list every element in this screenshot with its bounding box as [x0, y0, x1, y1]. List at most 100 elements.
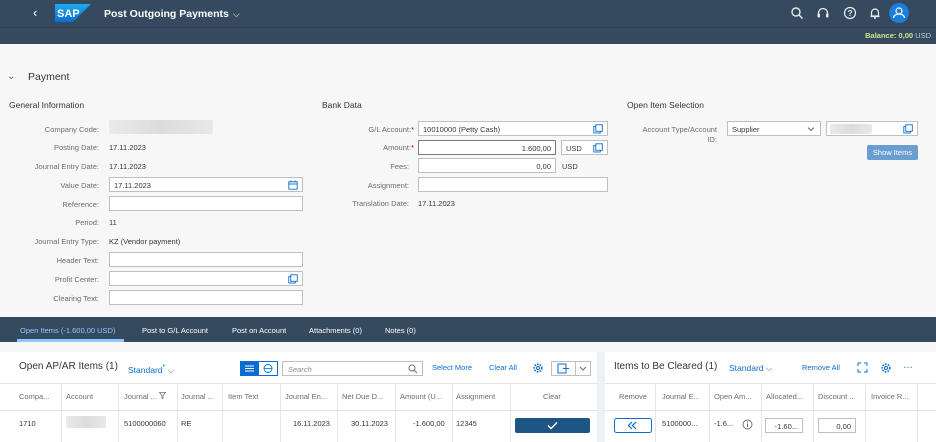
- account-id-field[interactable]: [826, 121, 918, 136]
- panel-splitter[interactable]: [597, 352, 605, 442]
- required-mark: *: [411, 143, 414, 152]
- variant-selector[interactable]: Standard* ⌵: [128, 363, 174, 376]
- sap-logo[interactable]: SAP: [55, 4, 91, 22]
- reference-field[interactable]: [109, 196, 303, 211]
- export-menu-button[interactable]: [551, 361, 591, 376]
- clear-button[interactable]: [515, 418, 590, 433]
- discount-field[interactable]: 0,00: [818, 418, 856, 433]
- clear-all-link[interactable]: Clear All: [489, 363, 517, 372]
- cell-journal-entry[interactable]: 5100000060: [124, 419, 166, 428]
- balance-label: Balance: 0,00: [865, 31, 914, 40]
- account-type-select[interactable]: Supplier: [727, 121, 821, 136]
- col-journal-entry[interactable]: Journal ...: [124, 392, 167, 401]
- col-journal-entry[interactable]: Journal E...: [662, 392, 700, 401]
- currency-field[interactable]: USD: [561, 140, 608, 155]
- bank-data-title: Bank Data: [322, 100, 362, 110]
- tab-post-on-account[interactable]: Post on Account: [232, 326, 286, 335]
- value-date-field[interactable]: 17.11.2023: [109, 177, 303, 192]
- value-help-icon[interactable]: [593, 143, 603, 153]
- header-text-field[interactable]: [109, 252, 303, 267]
- col-assignment[interactable]: Assignment: [456, 392, 495, 401]
- col-company[interactable]: Compa...: [19, 392, 49, 401]
- search-placeholder: Search: [288, 365, 312, 374]
- column-divider: [61, 384, 62, 442]
- col-open-amount[interactable]: Open Am...: [714, 392, 752, 401]
- header-text-label: Header Text:: [56, 256, 99, 265]
- col-remove[interactable]: Remove: [619, 392, 647, 401]
- settings-gear-icon[interactable]: [532, 362, 544, 374]
- clearing-text-field[interactable]: [109, 290, 303, 305]
- tab-attachments[interactable]: Attachments (0): [309, 326, 362, 335]
- search-icon[interactable]: [790, 6, 804, 20]
- posting-date-label: Posting Date:: [53, 143, 99, 152]
- gl-account-field[interactable]: 10010000 (Petty Cash): [418, 121, 608, 136]
- profit-center-field[interactable]: [109, 271, 303, 286]
- assignment-field[interactable]: [418, 177, 608, 192]
- svg-text:SAP: SAP: [57, 8, 80, 20]
- fullscreen-icon[interactable]: [857, 362, 868, 373]
- column-divider: [452, 384, 453, 442]
- user-icon: [892, 7, 906, 19]
- col-allocated[interactable]: Allocated...: [766, 392, 803, 401]
- column-divider: [337, 384, 338, 442]
- remove-button[interactable]: [614, 418, 652, 433]
- settings-gear-icon[interactable]: [880, 362, 892, 374]
- allocated-field[interactable]: -1.60...: [765, 418, 803, 433]
- column-divider: [222, 384, 223, 442]
- column-divider: [177, 384, 178, 442]
- amount-field[interactable]: 1.600,00: [418, 140, 556, 155]
- col-journal-entry-date[interactable]: Journal En...: [285, 392, 327, 401]
- active-tab-indicator: [17, 339, 124, 342]
- info-icon[interactable]: [742, 419, 753, 430]
- fees-field[interactable]: 0,00: [418, 158, 556, 173]
- app-title[interactable]: Post Outgoing Payments ⌵: [104, 8, 240, 20]
- gl-account-label: G/L Account:*: [368, 125, 414, 134]
- col-invoice-reference[interactable]: Invoice R...: [871, 392, 909, 401]
- overflow-menu-icon[interactable]: …: [903, 360, 913, 371]
- column-divider: [510, 384, 511, 442]
- tab-post-to-gl-account[interactable]: Post to G/L Account: [142, 326, 208, 335]
- col-net-due-date[interactable]: Net Due D...: [342, 392, 383, 401]
- col-account[interactable]: Account: [66, 392, 93, 401]
- chevron-down-icon: ⌵: [167, 364, 175, 375]
- value-help-icon[interactable]: [903, 124, 913, 134]
- company-code-label: Company Code:: [44, 125, 99, 134]
- col-amount[interactable]: Amount (U...: [400, 392, 442, 401]
- collapse-chevron-icon[interactable]: ⌄: [7, 71, 15, 82]
- period-label: Period:: [75, 218, 99, 227]
- tab-notes[interactable]: Notes (0): [385, 326, 416, 335]
- cleared-variant-selector[interactable]: Standard ⌵: [729, 363, 772, 374]
- column-divider: [917, 384, 918, 442]
- cell-journal-entry[interactable]: 5100000...: [662, 419, 697, 428]
- col-discount[interactable]: Discount ...: [818, 392, 856, 401]
- user-avatar[interactable]: [889, 3, 909, 23]
- account-type-text: Supplier: [732, 125, 760, 134]
- view-toggle[interactable]: [240, 361, 278, 376]
- cell-net-due-date: 30.11.2023: [351, 419, 388, 428]
- chevron-down-icon: ⌵: [765, 363, 773, 373]
- value-help-icon[interactable]: [593, 124, 603, 134]
- bell-icon[interactable]: [868, 6, 882, 20]
- back-icon[interactable]: ‹: [33, 6, 37, 20]
- col-item-text[interactable]: Item Text: [228, 392, 258, 401]
- posting-date-value: 17.11.2023: [109, 143, 146, 152]
- help-icon[interactable]: ?: [843, 6, 857, 20]
- headset-icon[interactable]: [816, 6, 830, 20]
- remove-all-link[interactable]: Remove All: [802, 363, 840, 372]
- journal-entry-date-label: Journal Entry Date:: [34, 162, 99, 171]
- col-clear[interactable]: Clear: [543, 392, 561, 401]
- search-icon[interactable]: [408, 364, 418, 374]
- show-items-button[interactable]: Show Items: [867, 145, 918, 160]
- gl-account-label-text: G/L Account:: [368, 125, 412, 134]
- search-input[interactable]: Search: [282, 361, 423, 376]
- value-help-icon[interactable]: [288, 274, 298, 284]
- col-journal-entry-label: Journal ...: [124, 392, 157, 401]
- col-journal-type[interactable]: Journal ...: [181, 392, 214, 401]
- calendar-icon[interactable]: [288, 180, 298, 190]
- select-more-link[interactable]: Select More: [432, 363, 472, 372]
- cell-amount: -1.600,00: [413, 419, 445, 428]
- tab-open-items[interactable]: Open Items (-1.600,00 USD): [20, 326, 115, 335]
- cell-company[interactable]: 1710: [19, 419, 36, 428]
- cell-open-amount: -1.6...: [714, 419, 734, 428]
- reference-label: Reference:: [62, 200, 99, 209]
